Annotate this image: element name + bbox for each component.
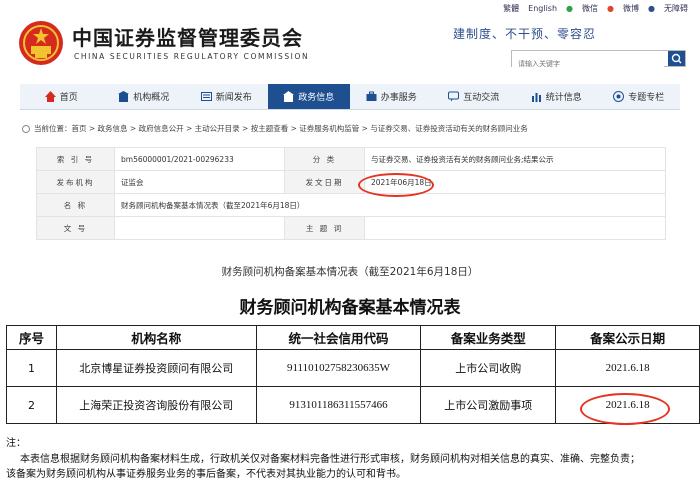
row-seq: 2	[6, 386, 57, 424]
index-label: 索 引 号	[36, 147, 115, 171]
table-note: 注： 本表信息根据财务顾问机构备案材料生成，行政机关仅对备案材料完备性进行形式审…	[6, 436, 698, 483]
note-label: 注：	[6, 438, 26, 449]
bar-chart-icon	[531, 93, 541, 102]
weibo-icon[interactable]: ●	[607, 4, 614, 13]
search-button[interactable]	[668, 51, 685, 66]
row-publish-date: 2021.6.18	[555, 349, 700, 387]
name-value: 财务顾问机构备案基本情况表（截至2021年6月18日）	[114, 193, 666, 217]
col-business-type: 备案业务类型	[420, 325, 557, 350]
date-label: 发文日期	[284, 170, 365, 194]
nav-news[interactable]: 新闻发布	[185, 84, 268, 109]
subject-label: 主 题 词	[284, 216, 365, 240]
chat-icon	[448, 91, 460, 102]
nav-home-label: 首页	[59, 93, 78, 103]
date-highlight-ring	[358, 173, 434, 197]
newspaper-icon	[200, 92, 212, 101]
note-line-1: 本表信息根据财务顾问机构备案材料生成，行政机关仅对备案材料完备性进行形式审核，财…	[20, 453, 640, 465]
accessibility-link[interactable]: 无障碍	[664, 3, 688, 14]
page: 中国证券监督管理委员会 CHINA SECURITIES REGULATORY …	[0, 0, 700, 503]
slogan: 建制度、不干预、零容忍	[452, 27, 596, 41]
search-box	[511, 50, 686, 72]
nav-statistics[interactable]: 统计信息	[515, 84, 598, 109]
nav-government-info-label: 政务信息	[298, 93, 335, 103]
site-header: 中国证券监督管理委员会 CHINA SECURITIES REGULATORY …	[0, 0, 700, 84]
wechat-icon[interactable]: ●	[566, 4, 573, 13]
breadcrumb-text[interactable]: 当前位置：首页 > 政务信息 > 政府信息公开 > 主动公开目录 > 按主题查看…	[34, 123, 528, 134]
subject-value	[364, 216, 666, 240]
nav-home[interactable]: 首页	[20, 84, 103, 109]
english-link[interactable]: English	[528, 4, 557, 13]
docno-label: 文 号	[36, 216, 115, 240]
utility-links: 繁體 English ● 微信 ● 微博 ● 无障碍	[503, 3, 688, 14]
col-credit-code: 统一社会信用代码	[255, 325, 422, 350]
weibo-link[interactable]: 微博	[623, 3, 639, 14]
col-seq: 序号	[6, 325, 57, 350]
table-row: 1 北京博星证券投资顾问有限公司 91110102758230635W 上市公司…	[6, 349, 700, 387]
row-credit-code: 913101186311557466	[255, 386, 422, 424]
table-header-row: 序号 机构名称 统一社会信用代码 备案业务类型 备案公示日期	[6, 325, 700, 350]
col-institution: 机构名称	[55, 325, 257, 350]
col-publish-date: 备案公示日期	[555, 325, 700, 350]
row-business-type: 上市公司收购	[420, 349, 557, 387]
nav-special-topics[interactable]: 专题专栏	[598, 84, 681, 109]
document-info-table: 索 引 号 bm56000001/2021-00296233 分 类 与证券交易…	[36, 147, 666, 240]
main-nav: 首页 机构概况 新闻发布 政务信息 办事服务 互动交流 统计信息 专题专栏	[20, 84, 680, 110]
category-value: 与证券交易、证券投资活有关的财务顾问业务;结果公示	[364, 147, 666, 171]
wechat-link[interactable]: 微信	[582, 3, 598, 14]
national-emblem-icon	[19, 21, 63, 65]
org-name-en: CHINA SECURITIES REGULATORY COMMISSION	[74, 52, 310, 61]
row-credit-code: 91110102758230635W	[255, 349, 422, 387]
row-institution: 上海荣正投资咨询股份有限公司	[55, 386, 257, 424]
nav-interaction[interactable]: 互动交流	[433, 84, 516, 109]
nav-interaction-label: 互动交流	[463, 93, 500, 103]
document-title: 财务顾问机构备案基本情况表（截至2021年6月18日）	[221, 266, 479, 278]
nav-about-label: 机构概况	[133, 93, 170, 103]
location-icon	[22, 124, 30, 133]
issuer-label: 发布机构	[36, 170, 115, 194]
publish-date-highlight-ring	[580, 393, 670, 425]
breadcrumb: 当前位置：首页 > 政务信息 > 政府信息公开 > 主动公开目录 > 按主题查看…	[22, 123, 528, 134]
nav-statistics-label: 统计信息	[545, 93, 582, 103]
government-icon	[283, 91, 295, 102]
building-icon	[118, 91, 130, 102]
nav-news-label: 新闻发布	[215, 93, 252, 103]
topic-icon	[613, 91, 625, 102]
nav-services-label: 办事服务	[380, 93, 417, 103]
nav-about[interactable]: 机构概况	[103, 84, 186, 109]
nav-services[interactable]: 办事服务	[350, 84, 433, 109]
traditional-chinese-link[interactable]: 繁體	[503, 3, 519, 14]
nav-special-topics-label: 专题专栏	[628, 93, 665, 103]
row-seq: 1	[6, 349, 57, 387]
table-title: 财务顾问机构备案基本情况表	[239, 298, 461, 318]
category-label: 分 类	[284, 147, 365, 171]
row-institution: 北京博星证券投资顾问有限公司	[55, 349, 257, 387]
note-line-2: 该备案为财务顾问机构从事证券服务业务的事后备案，不代表对其执业能力的认可和背书。	[6, 469, 406, 480]
org-name-cn: 中国证券监督管理委员会	[72, 26, 303, 50]
name-label: 名 称	[36, 193, 115, 217]
search-icon	[671, 53, 682, 64]
row-business-type: 上市公司激励事项	[420, 386, 557, 424]
docno-value	[114, 216, 285, 240]
accessibility-icon[interactable]: ●	[648, 4, 655, 13]
home-icon	[44, 91, 56, 102]
issuer-value: 证监会	[114, 170, 285, 194]
nav-government-info[interactable]: 政务信息	[267, 84, 350, 109]
briefcase-icon	[366, 91, 377, 101]
index-value: bm56000001/2021-00296233	[114, 147, 285, 171]
search-input[interactable]	[512, 56, 664, 72]
